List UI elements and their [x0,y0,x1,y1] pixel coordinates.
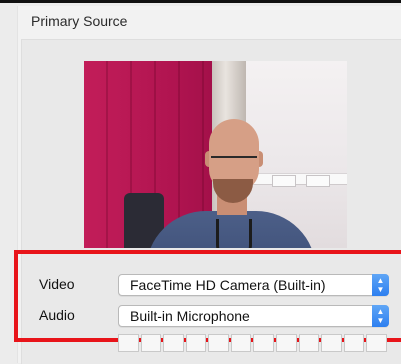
meter-segment [230,334,252,352]
meter-segment [185,334,207,352]
preview-socket [272,175,296,187]
meter-segment [366,334,387,352]
meter-segment [208,334,229,352]
top-border [0,0,401,3]
meter-segment [321,334,342,352]
meter-segment [140,334,162,352]
camera-preview [84,61,347,248]
preview-trunking [246,173,347,185]
meter-segment [298,334,320,352]
preview-socket [306,175,330,187]
highlight-annotation [14,250,401,342]
meter-segment [276,334,297,352]
meter-segment [343,334,365,352]
meter-segment [253,334,275,352]
section-title: Primary Source [31,13,128,29]
meter-segment [118,334,139,352]
preview-lanyard [216,219,252,248]
audio-level-meter [118,334,387,352]
meter-segment [163,334,184,352]
preview-person-glasses [211,156,257,168]
